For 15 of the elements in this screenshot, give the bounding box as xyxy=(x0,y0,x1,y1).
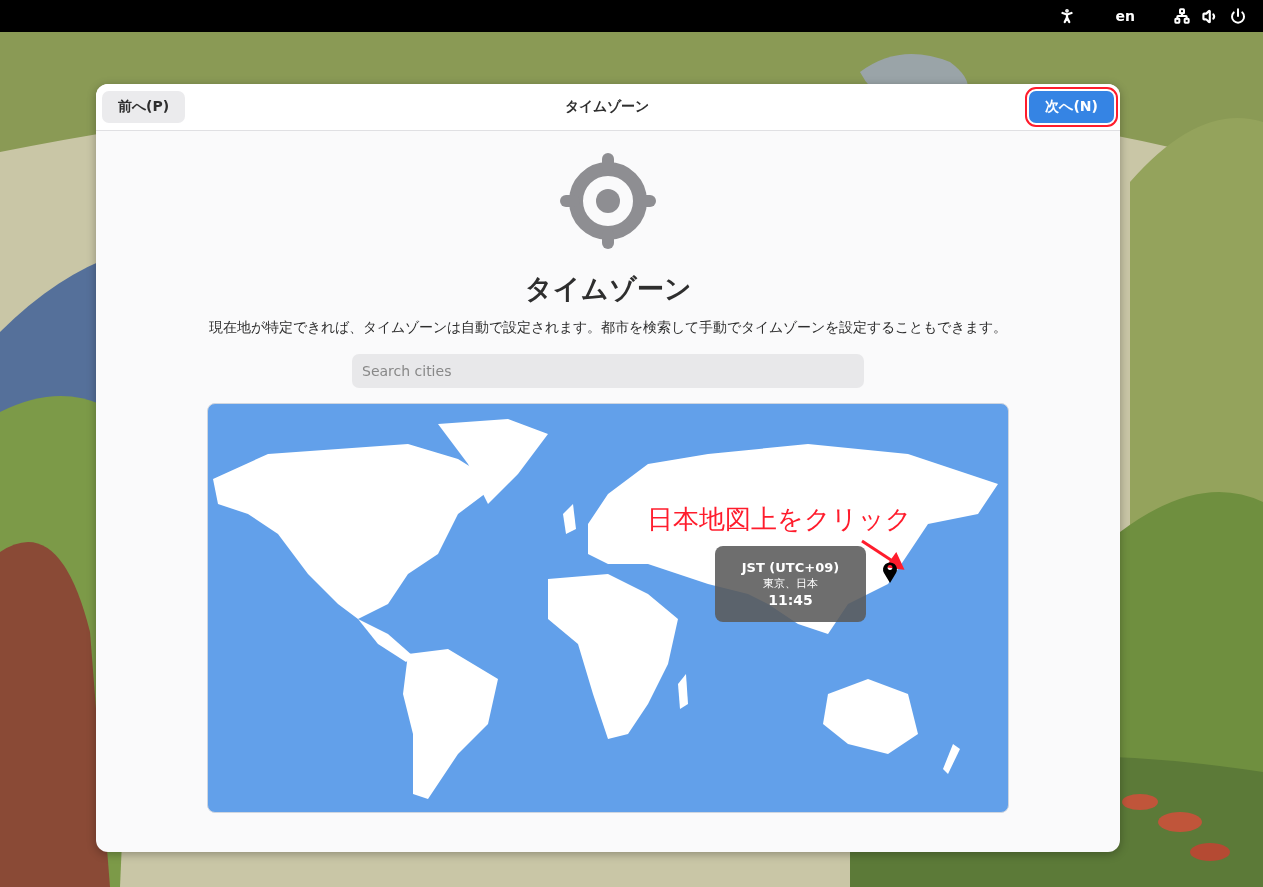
page-heading: タイムゾーン xyxy=(524,272,692,306)
timezone-label: JST (UTC+09) xyxy=(741,560,840,575)
time-label: 11:45 xyxy=(768,592,813,608)
annotation-arrow xyxy=(861,539,905,570)
city-label: 東京、日本 xyxy=(763,576,818,591)
world-map[interactable]: 日本地図上をクリック JST (UTC+09) 東京、日本 11:45 xyxy=(207,403,1009,813)
dialog-title: タイムゾーン xyxy=(565,98,650,116)
description-text: 現在地が特定できれば、タイムゾーンは自動で設定されます。都市を検索して手動でタイムゾーンを設定することもできます。 xyxy=(208,318,1008,337)
back-button[interactable]: 前へ(P) xyxy=(102,91,186,123)
network-icon[interactable] xyxy=(1171,5,1193,27)
location-pin-icon xyxy=(883,562,897,583)
annotation-text: 日本地図上をクリック xyxy=(647,503,912,536)
location-icon xyxy=(560,153,656,249)
search-field[interactable]: Search cities xyxy=(352,354,864,388)
language-indicator[interactable]: en xyxy=(1115,8,1135,24)
